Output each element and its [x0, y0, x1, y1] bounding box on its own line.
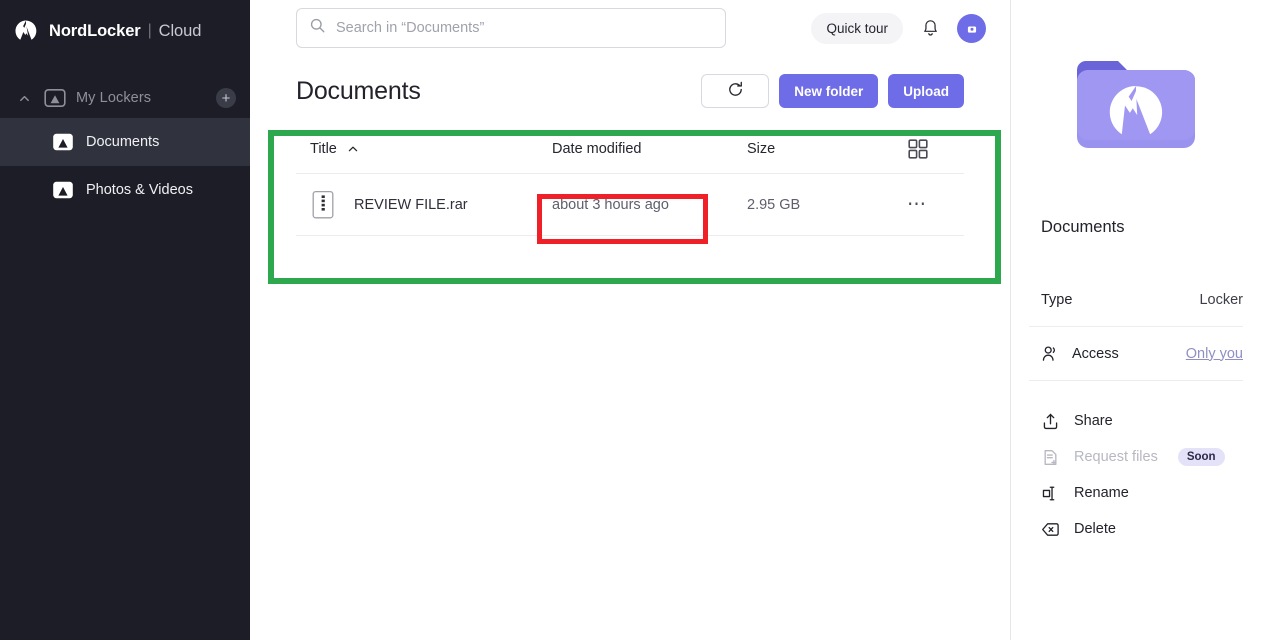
brand-name: NordLocker: [49, 22, 141, 41]
column-header-title[interactable]: Title: [296, 141, 552, 157]
new-folder-button[interactable]: New folder: [779, 74, 878, 108]
nordlocker-cloud-app: NordLocker | Cloud My Lockers +: [0, 0, 1261, 640]
column-header-title-label: Title: [310, 141, 337, 157]
details-value-access[interactable]: Only you: [1186, 346, 1243, 362]
details-panel: Documents Type Locker Access: [1011, 0, 1261, 640]
sidebar-item-label: Photos & Videos: [86, 182, 193, 198]
main-content: Quick tour Documents: [250, 0, 1011, 640]
sidebar-item-documents[interactable]: Documents: [0, 118, 250, 166]
table-header-row: Title Date modified Size: [296, 124, 964, 174]
column-header-date-modified[interactable]: Date modified: [552, 141, 747, 157]
file-name: REVIEW FILE.rar: [346, 197, 468, 213]
details-value-type: Locker: [1199, 292, 1243, 308]
add-locker-button[interactable]: +: [216, 88, 236, 108]
brand-text: NordLocker | Cloud: [49, 22, 201, 41]
page-header: Documents New folder Upload: [296, 56, 964, 118]
sidebar-group-my-lockers[interactable]: My Lockers +: [0, 78, 250, 118]
delete-action-label: Delete: [1074, 521, 1116, 537]
chevron-up-icon[interactable]: [18, 92, 31, 105]
file-size: 2.95 GB: [747, 197, 907, 213]
sidebar-item-photos-videos[interactable]: Photos & Videos: [0, 166, 250, 214]
soon-badge: Soon: [1178, 448, 1225, 466]
details-rows: Type Locker Access Only you: [1029, 273, 1243, 381]
share-icon: [1041, 412, 1060, 431]
rename-icon: [1041, 484, 1060, 503]
details-row-access: Access Only you: [1029, 327, 1243, 381]
request-files-icon: [1041, 448, 1060, 467]
nordlocker-mountain-logo-icon: [12, 17, 40, 45]
upload-button[interactable]: Upload: [888, 74, 964, 108]
search-input[interactable]: [336, 20, 713, 36]
delete-action[interactable]: Delete: [1029, 511, 1243, 547]
grid-view-icon[interactable]: [907, 138, 929, 160]
people-icon: [1041, 344, 1060, 363]
delete-icon: [1041, 520, 1060, 539]
sidebar: NordLocker | Cloud My Lockers +: [0, 0, 250, 640]
details-row-type: Type Locker: [1029, 273, 1243, 327]
details-label-type: Type: [1041, 292, 1072, 308]
locker-icon: [52, 131, 74, 153]
brand-product: Cloud: [159, 22, 202, 41]
bell-icon[interactable]: [917, 15, 943, 41]
request-files-action-label: Request files: [1074, 449, 1158, 465]
search-icon: [309, 17, 326, 39]
share-action[interactable]: Share: [1029, 403, 1243, 439]
page-title: Documents: [296, 77, 421, 106]
refresh-icon: [726, 80, 745, 102]
topbar: Quick tour: [250, 0, 1010, 56]
refresh-button[interactable]: [701, 74, 769, 108]
quick-tour-button[interactable]: Quick tour: [811, 13, 903, 44]
file-date-modified: about 3 hours ago: [552, 197, 747, 213]
more-options-icon[interactable]: ⋯: [907, 195, 928, 214]
rename-action[interactable]: Rename: [1029, 475, 1243, 511]
search-box[interactable]: [296, 8, 726, 48]
brand-logo-area[interactable]: NordLocker | Cloud: [0, 0, 250, 62]
table-row[interactable]: REVIEW FILE.rar about 3 hours ago 2.95 G…: [296, 174, 964, 236]
sidebar-group-label: My Lockers: [76, 90, 216, 106]
file-table: Title Date modified Size: [296, 124, 964, 236]
request-files-action: Request files Soon: [1029, 439, 1243, 475]
locker-icon: [44, 87, 66, 109]
topbar-actions: Quick tour: [811, 13, 986, 44]
chevron-up-icon[interactable]: [347, 143, 359, 155]
page-actions: New folder Upload: [701, 74, 964, 108]
archive-file-icon: [310, 190, 336, 220]
page-content: Documents New folder Upload: [250, 56, 1010, 236]
column-header-size[interactable]: Size: [747, 141, 907, 157]
details-title: Documents: [1029, 218, 1243, 237]
brand-separator: |: [148, 22, 152, 40]
details-actions: Share Request files Soon: [1029, 403, 1243, 547]
sidebar-item-label: Documents: [86, 134, 159, 150]
share-action-label: Share: [1074, 413, 1113, 429]
user-avatar[interactable]: [957, 14, 986, 43]
details-label-access: Access: [1072, 346, 1119, 362]
locker-icon: [52, 179, 74, 201]
nordlocker-folder-icon: [1029, 0, 1243, 210]
rename-action-label: Rename: [1074, 485, 1129, 501]
